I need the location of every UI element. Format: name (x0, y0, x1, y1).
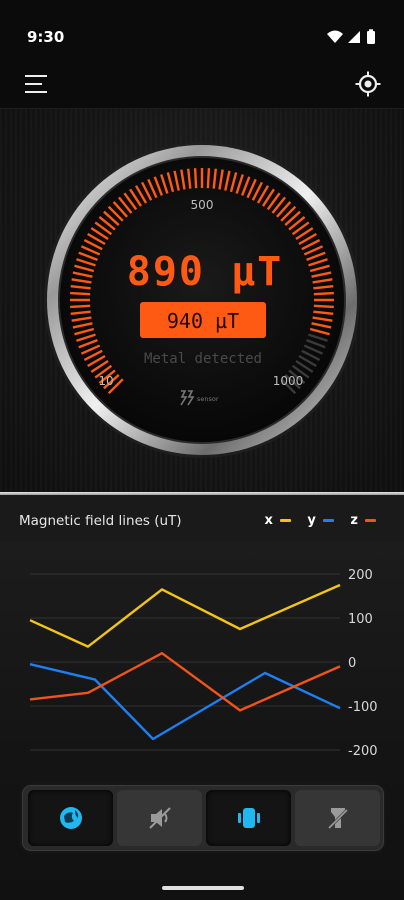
series-line-x (29, 583, 341, 648)
gauge-panel: 500 10 1000 890 µT 940 µT Metal detected… (0, 108, 404, 493)
y-tick-label: 100 (348, 612, 373, 627)
chart-header: Magnetic field lines (uT) x y z (0, 495, 404, 542)
gauge-tick (313, 291, 334, 296)
gauge-tick (193, 168, 198, 189)
y-tick-label: 200 (348, 568, 373, 583)
legend-z: z (350, 513, 376, 528)
system-icons (327, 29, 375, 44)
magnet-sphere-icon (59, 807, 82, 829)
magnetic-field-chart: 200 100 0 -100 -200 (29, 568, 378, 759)
top-app-bar (0, 62, 404, 108)
sound-toggle-button[interactable] (117, 790, 202, 846)
scale-min-label: 10 (98, 374, 113, 388)
gauge-tick (70, 304, 91, 309)
field-strength-reading: 890 µT (127, 249, 284, 295)
y-tick-label: -100 (348, 700, 378, 715)
locate-icon[interactable] (354, 70, 382, 98)
gauge-tick (313, 304, 334, 309)
gauge-tick (206, 168, 211, 189)
magnet-mode-button[interactable] (28, 790, 113, 846)
battery-icon (367, 29, 375, 44)
y-tick-label: -200 (348, 744, 378, 759)
series-line-y (29, 663, 341, 741)
vibration-toggle-button[interactable] (206, 790, 291, 846)
legend-y: y (307, 513, 334, 528)
scale-mid-label: 500 (191, 198, 214, 212)
status-time: 9:30 (27, 28, 65, 46)
magnetometer-gauge: 500 10 1000 890 µT 940 µT Metal detected… (44, 142, 360, 458)
sound-off-icon (148, 807, 171, 829)
status-bar: 9:30 (0, 0, 404, 62)
chart-title: Magnetic field lines (uT) (19, 513, 182, 529)
chart-legend: x y z (252, 513, 376, 529)
menu-icon[interactable] (24, 72, 50, 98)
home-indicator[interactable] (162, 886, 244, 890)
vibrate-icon (237, 808, 260, 828)
flashlight-toggle-button[interactable] (295, 790, 380, 846)
detection-status: Metal detected (144, 351, 262, 367)
secondary-reading: 940 µT (167, 309, 239, 333)
svg-text:sensor: sensor (197, 395, 219, 403)
legend-x: x (264, 513, 291, 528)
gauge-tick (70, 291, 91, 296)
y-tick-label: 0 (348, 656, 356, 671)
cellular-signal-icon (348, 31, 360, 43)
scale-max-label: 1000 (273, 374, 304, 388)
wifi-icon (327, 30, 343, 43)
control-toolbar (22, 785, 384, 851)
flashlight-off-icon (327, 808, 348, 830)
